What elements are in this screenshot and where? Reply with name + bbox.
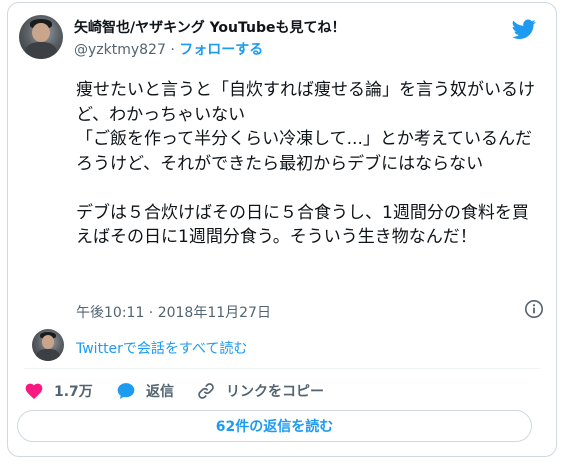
- reply-button[interactable]: 返信: [116, 377, 174, 405]
- like-button[interactable]: 1.7万: [24, 377, 93, 405]
- tweet-actions: 1.7万 返信 リンクをコピー: [24, 377, 534, 405]
- link-icon: [198, 383, 214, 399]
- author-handle[interactable]: @yzktmy827: [74, 42, 166, 58]
- like-count: 1.7万: [54, 384, 93, 400]
- twitter-bird-icon[interactable]: [512, 17, 536, 41]
- read-conversation-link[interactable]: Twitterで会話をすべて読む: [76, 338, 247, 358]
- copy-link-label: リンクをコピー: [226, 384, 324, 400]
- handle-separator: ·: [170, 42, 175, 58]
- info-icon[interactable]: [524, 299, 544, 319]
- heart-icon: [25, 383, 43, 399]
- tweet-text: 痩せたいと言うと「自炊すれば痩せる論」を言う奴がいるけど、わかっちゃいない 「ご…: [76, 80, 535, 247]
- reply-label: 返信: [146, 384, 174, 400]
- author-handle-row: @yzktmy827 · フォローする: [74, 39, 263, 59]
- author-avatar[interactable]: [19, 15, 63, 59]
- divider: [24, 368, 540, 369]
- read-replies-button[interactable]: 62件の返信を読む: [17, 410, 532, 442]
- speech-bubble-icon: [117, 383, 135, 399]
- follow-button[interactable]: フォローする: [179, 42, 263, 58]
- copy-link-button[interactable]: リンクをコピー: [196, 377, 324, 405]
- conversation-avatar[interactable]: [32, 329, 64, 361]
- author-display-name[interactable]: 矢崎智也/ヤザキング YouTubeも見てね！: [74, 17, 346, 37]
- tweet-timestamp[interactable]: 午後10:11 · 2018年11月27日: [76, 302, 271, 322]
- read-replies-label: 62件の返信を読む: [215, 419, 334, 435]
